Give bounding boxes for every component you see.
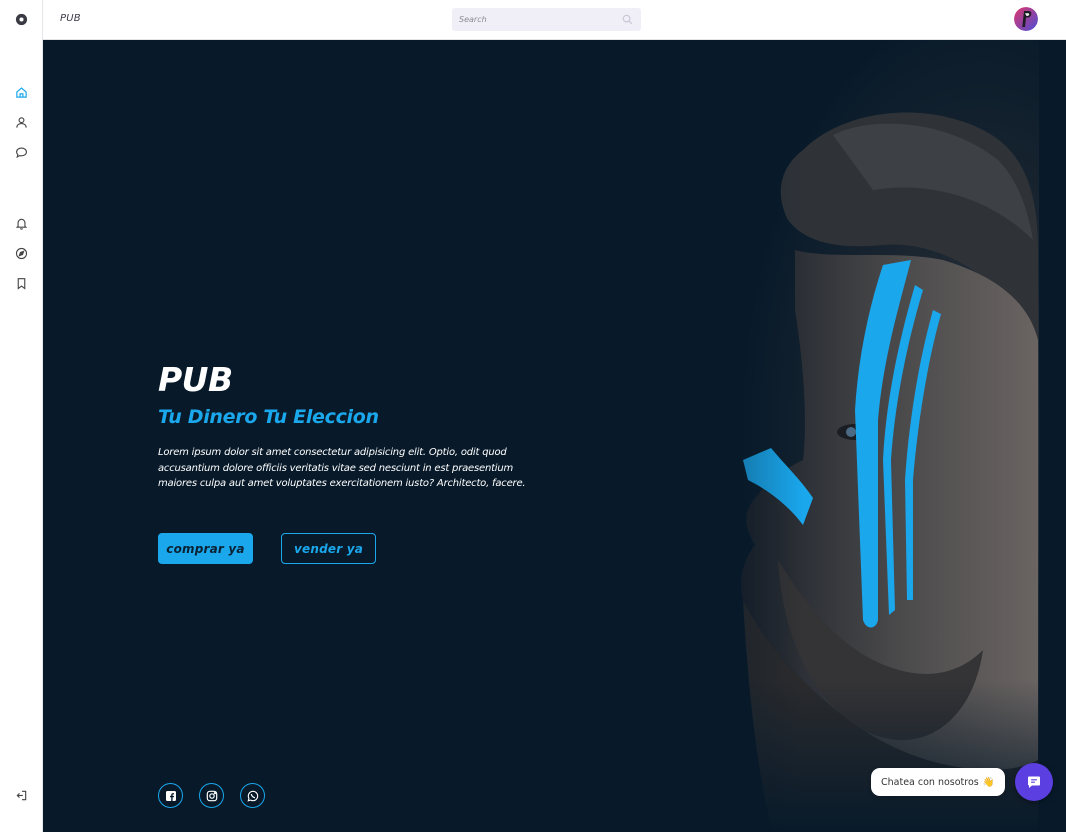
chat-prompt[interactable]: Chatea con nosotros 👋 — [871, 768, 1005, 796]
bookmark-icon[interactable] — [13, 275, 30, 292]
sell-button[interactable]: vender ya — [281, 533, 376, 564]
avatar[interactable] — [1014, 7, 1038, 31]
instagram-link[interactable] — [199, 783, 224, 808]
buy-button[interactable]: comprar ya — [158, 533, 253, 564]
brand-name: PUB — [60, 13, 81, 24]
search-icon[interactable] — [622, 14, 633, 25]
compass-icon[interactable] — [13, 245, 30, 262]
chat-label: Chatea con nosotros — [881, 776, 979, 788]
home-icon[interactable] — [13, 84, 30, 101]
bell-icon[interactable] — [13, 215, 30, 232]
whatsapp-link[interactable] — [240, 783, 265, 808]
sidebar — [0, 0, 43, 832]
topbar: PUB — [43, 0, 1066, 40]
facebook-link[interactable] — [158, 783, 183, 808]
hero-section: PUB Tu Dinero Tu Eleccion Lorem ipsum do… — [43, 40, 1066, 832]
chat-bubble-icon — [1028, 776, 1040, 788]
logo-circle-icon[interactable] — [13, 11, 30, 28]
search-box — [452, 8, 641, 31]
hero-description: Lorem ipsum dolor sit amet consectetur a… — [158, 447, 526, 489]
chat-button[interactable] — [1015, 763, 1053, 801]
hero-title: PUB — [158, 360, 233, 399]
instagram-icon — [206, 790, 217, 801]
hero-subtitle: Tu Dinero Tu Eleccion — [158, 406, 379, 428]
app-root: PUB Search PUB Tu Dinero Tu Eleccion Lor… — [0, 0, 1066, 832]
user-icon[interactable] — [13, 114, 30, 131]
whatsapp-icon — [247, 790, 258, 801]
hero-portrait-image — [43, 40, 1066, 832]
facebook-icon — [165, 790, 176, 801]
search-input[interactable] — [452, 8, 641, 31]
wave-emoji-icon: 👋 — [982, 776, 995, 788]
chat-icon[interactable] — [13, 144, 30, 161]
logout-icon[interactable] — [13, 787, 30, 804]
